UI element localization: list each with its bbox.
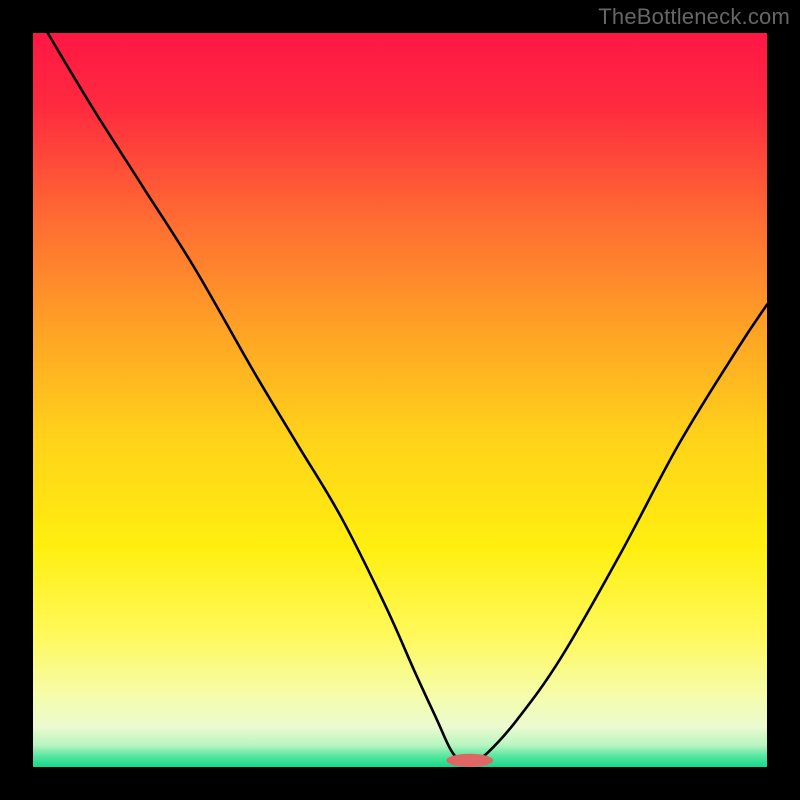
watermark-text: TheBottleneck.com (598, 4, 790, 30)
optimal-marker (446, 754, 493, 767)
gradient-background (33, 33, 767, 767)
plot-area (33, 33, 767, 767)
chart-frame: TheBottleneck.com (0, 0, 800, 800)
bottleneck-chart (33, 33, 767, 767)
